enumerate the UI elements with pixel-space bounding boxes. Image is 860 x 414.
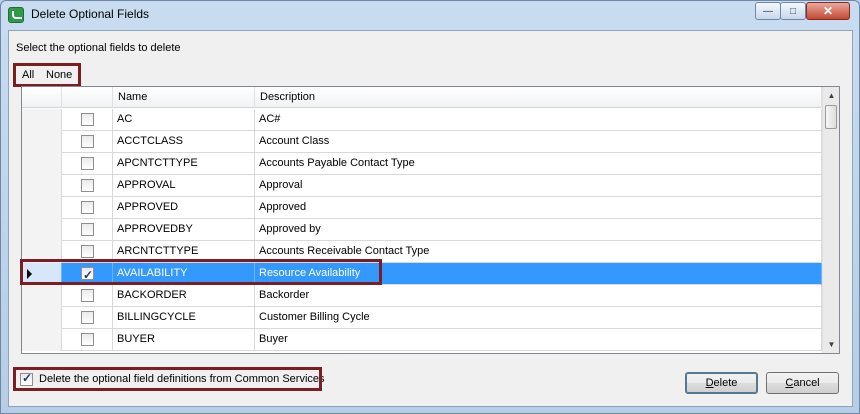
table-row[interactable]: BUYER Buyer xyxy=(22,329,822,351)
row-checkbox-cell xyxy=(62,153,113,175)
description-cell[interactable]: Backorder xyxy=(255,285,822,307)
name-cell[interactable]: AC xyxy=(113,109,255,131)
row-checkbox[interactable] xyxy=(81,289,94,302)
row-checkbox-cell xyxy=(62,241,113,263)
table-row[interactable]: APPROVAL Approval xyxy=(22,175,822,197)
table-row[interactable]: BILLINGCYCLE Customer Billing Cycle xyxy=(22,307,822,329)
row-header-cell[interactable] xyxy=(22,175,62,197)
row-checkbox-cell xyxy=(62,263,113,285)
name-cell[interactable]: APPROVED xyxy=(113,197,255,219)
row-checkbox-cell xyxy=(62,109,113,131)
scroll-up-icon[interactable]: ▲ xyxy=(823,87,839,104)
name-cell[interactable]: APCNTCTTYPE xyxy=(113,153,255,175)
maximize-button[interactable]: □ xyxy=(780,2,806,20)
row-checkbox[interactable] xyxy=(81,113,94,126)
table-row[interactable]: ACCTCLASS Account Class xyxy=(22,131,822,153)
row-header-cell[interactable] xyxy=(22,219,62,241)
row-checkbox[interactable] xyxy=(81,311,94,324)
description-cell[interactable]: Resource Availability xyxy=(255,263,822,285)
table-row[interactable]: ARCNTCTTYPE Accounts Receivable Contact T… xyxy=(22,241,822,263)
description-cell[interactable]: Approval xyxy=(255,175,822,197)
row-checkbox-cell xyxy=(62,175,113,197)
minimize-button[interactable]: — xyxy=(755,2,781,20)
row-header-cell[interactable] xyxy=(22,109,62,131)
checkbox-column-header[interactable] xyxy=(62,87,113,108)
delete-button[interactable]: Delete xyxy=(685,372,758,394)
row-checkbox-cell xyxy=(62,219,113,241)
row-header-cell[interactable] xyxy=(22,329,62,351)
delete-definitions-checkbox[interactable] xyxy=(20,371,33,386)
description-cell[interactable]: AC# xyxy=(255,109,822,131)
row-checkbox-cell xyxy=(62,197,113,219)
select-none-link[interactable]: None xyxy=(46,69,72,81)
name-cell[interactable]: BUYER xyxy=(113,329,255,351)
cancel-hotkey: C xyxy=(785,377,794,389)
description-column-header[interactable]: Description xyxy=(255,87,822,108)
description-cell[interactable]: Buyer xyxy=(255,329,822,351)
select-all-link[interactable]: All xyxy=(22,69,34,81)
name-cell[interactable]: APPROVEDBY xyxy=(113,219,255,241)
description-cell[interactable]: Account Class xyxy=(255,131,822,153)
row-checkbox[interactable] xyxy=(81,333,94,346)
delete-definitions-label[interactable]: Delete the optional field definitions fr… xyxy=(39,373,325,385)
row-header-cell[interactable] xyxy=(22,131,62,153)
cancel-label-rest: ancel xyxy=(793,377,820,389)
row-checkbox-cell xyxy=(62,131,113,153)
table-row[interactable]: APCNTCTTYPE Accounts Payable Contact Type xyxy=(22,153,822,175)
delete-label-rest: elete xyxy=(713,377,738,389)
cancel-button[interactable]: Cancel xyxy=(766,372,839,394)
row-header-cell[interactable] xyxy=(22,197,62,219)
instruction-label: Select the optional fields to delete xyxy=(16,42,181,54)
name-cell[interactable]: AVAILABILITY xyxy=(113,263,255,285)
description-cell[interactable]: Customer Billing Cycle xyxy=(255,307,822,329)
row-checkbox[interactable] xyxy=(81,265,94,285)
row-header-cell[interactable] xyxy=(22,285,62,307)
row-checkbox[interactable] xyxy=(81,223,94,236)
table-row[interactable]: AVAILABILITYResource Availability xyxy=(22,263,822,285)
row-checkbox-cell xyxy=(62,329,113,351)
row-header-cell[interactable] xyxy=(22,307,62,329)
description-cell[interactable]: Accounts Payable Contact Type xyxy=(255,153,822,175)
row-checkbox[interactable] xyxy=(81,245,94,258)
row-header-cell[interactable] xyxy=(22,263,62,285)
name-column-header[interactable]: Name xyxy=(113,87,255,108)
name-cell[interactable]: ACCTCLASS xyxy=(113,131,255,153)
row-header-cell[interactable] xyxy=(22,153,62,175)
name-cell[interactable]: APPROVAL xyxy=(113,175,255,197)
table-row[interactable]: APPROVEDBY Approved by xyxy=(22,219,822,241)
title-bar[interactable]: Delete Optional Fields — □ ✕ xyxy=(1,1,859,29)
description-cell[interactable]: Accounts Receivable Contact Type xyxy=(255,241,822,263)
description-cell[interactable]: Approved xyxy=(255,197,822,219)
grid-header-row: Name Description xyxy=(22,87,822,108)
row-checkbox-cell xyxy=(62,307,113,329)
row-checkbox[interactable] xyxy=(81,157,94,170)
scroll-thumb[interactable] xyxy=(825,105,837,129)
scroll-down-icon[interactable]: ▼ xyxy=(823,336,839,353)
description-cell[interactable]: Approved by xyxy=(255,219,822,241)
window-title: Delete Optional Fields xyxy=(31,7,150,21)
row-checkbox[interactable] xyxy=(81,201,94,214)
name-cell[interactable]: BACKORDER xyxy=(113,285,255,307)
row-checkbox-cell xyxy=(62,285,113,307)
table-row[interactable]: APPROVED Approved xyxy=(22,197,822,219)
vertical-scrollbar[interactable]: ▲ ▼ xyxy=(822,87,839,353)
close-button[interactable]: ✕ xyxy=(806,2,850,20)
row-header-cell[interactable] xyxy=(22,241,62,263)
row-header-column xyxy=(22,87,62,108)
delete-hotkey: D xyxy=(705,377,714,389)
name-cell[interactable]: ARCNTCTTYPE xyxy=(113,241,255,263)
name-cell[interactable]: BILLINGCYCLE xyxy=(113,307,255,329)
row-checkbox[interactable] xyxy=(81,135,94,148)
row-checkbox[interactable] xyxy=(81,179,94,192)
current-row-arrow-icon xyxy=(27,269,32,279)
table-row[interactable]: AC AC# xyxy=(22,109,822,131)
table-row[interactable]: BACKORDER Backorder xyxy=(22,285,822,307)
app-logo-icon xyxy=(8,7,24,23)
optional-fields-grid[interactable]: Name Description AC AC# ACCTCLASS Account C… xyxy=(21,86,840,354)
